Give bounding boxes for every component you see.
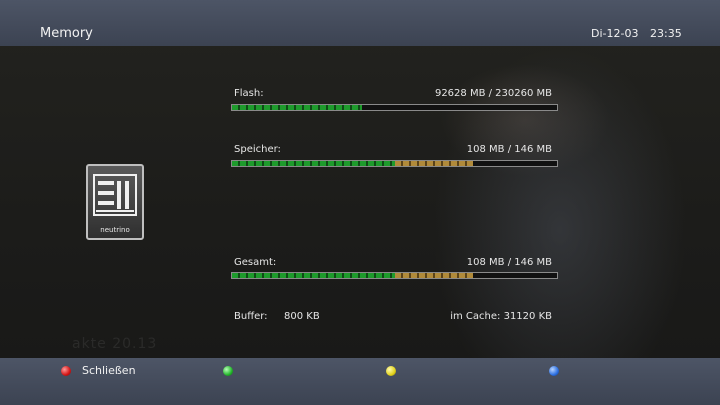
flash-usage-fill [232, 105, 362, 110]
cache-value: im Cache: 31120 KB [450, 311, 552, 322]
ram-label: Speicher: [234, 144, 281, 155]
buffer-value: 800 KB [284, 311, 320, 322]
blue-button-icon[interactable] [549, 366, 559, 376]
clock-display: 23:35 [650, 27, 682, 40]
page-title: Memory [40, 26, 93, 41]
total-usage-fill [232, 273, 473, 278]
flash-usage-bar [231, 104, 558, 111]
flash-label: Flash: [234, 88, 264, 99]
ram-usage-fill [232, 161, 473, 166]
ram-value: 108 MB / 146 MB [466, 144, 552, 155]
total-usage-bar [231, 272, 558, 279]
close-button-label[interactable]: Schließen [82, 364, 136, 377]
buffer-label: Buffer: [234, 311, 268, 322]
total-value: 108 MB / 146 MB [466, 257, 552, 268]
logo-brand-text: neutrino [100, 226, 130, 234]
total-label: Gesamt: [234, 257, 277, 268]
usage-bar-high-segment [395, 161, 473, 166]
flash-value: 92628 MB / 230260 MB [434, 88, 552, 99]
ram-usage-bar [231, 160, 558, 167]
yellow-button-icon[interactable] [386, 366, 396, 376]
header-bar: Memory Di-12-03 23:35 [0, 0, 720, 46]
neutrino-logo: neutrino [86, 164, 144, 240]
green-button-icon[interactable] [223, 366, 233, 376]
date-display: Di-12-03 [591, 27, 639, 40]
usage-bar-high-segment [395, 273, 473, 278]
channel-watermark: akte 20.13 [72, 336, 158, 352]
neutrino-logo-icon [93, 174, 137, 216]
red-button-icon[interactable] [61, 366, 71, 376]
